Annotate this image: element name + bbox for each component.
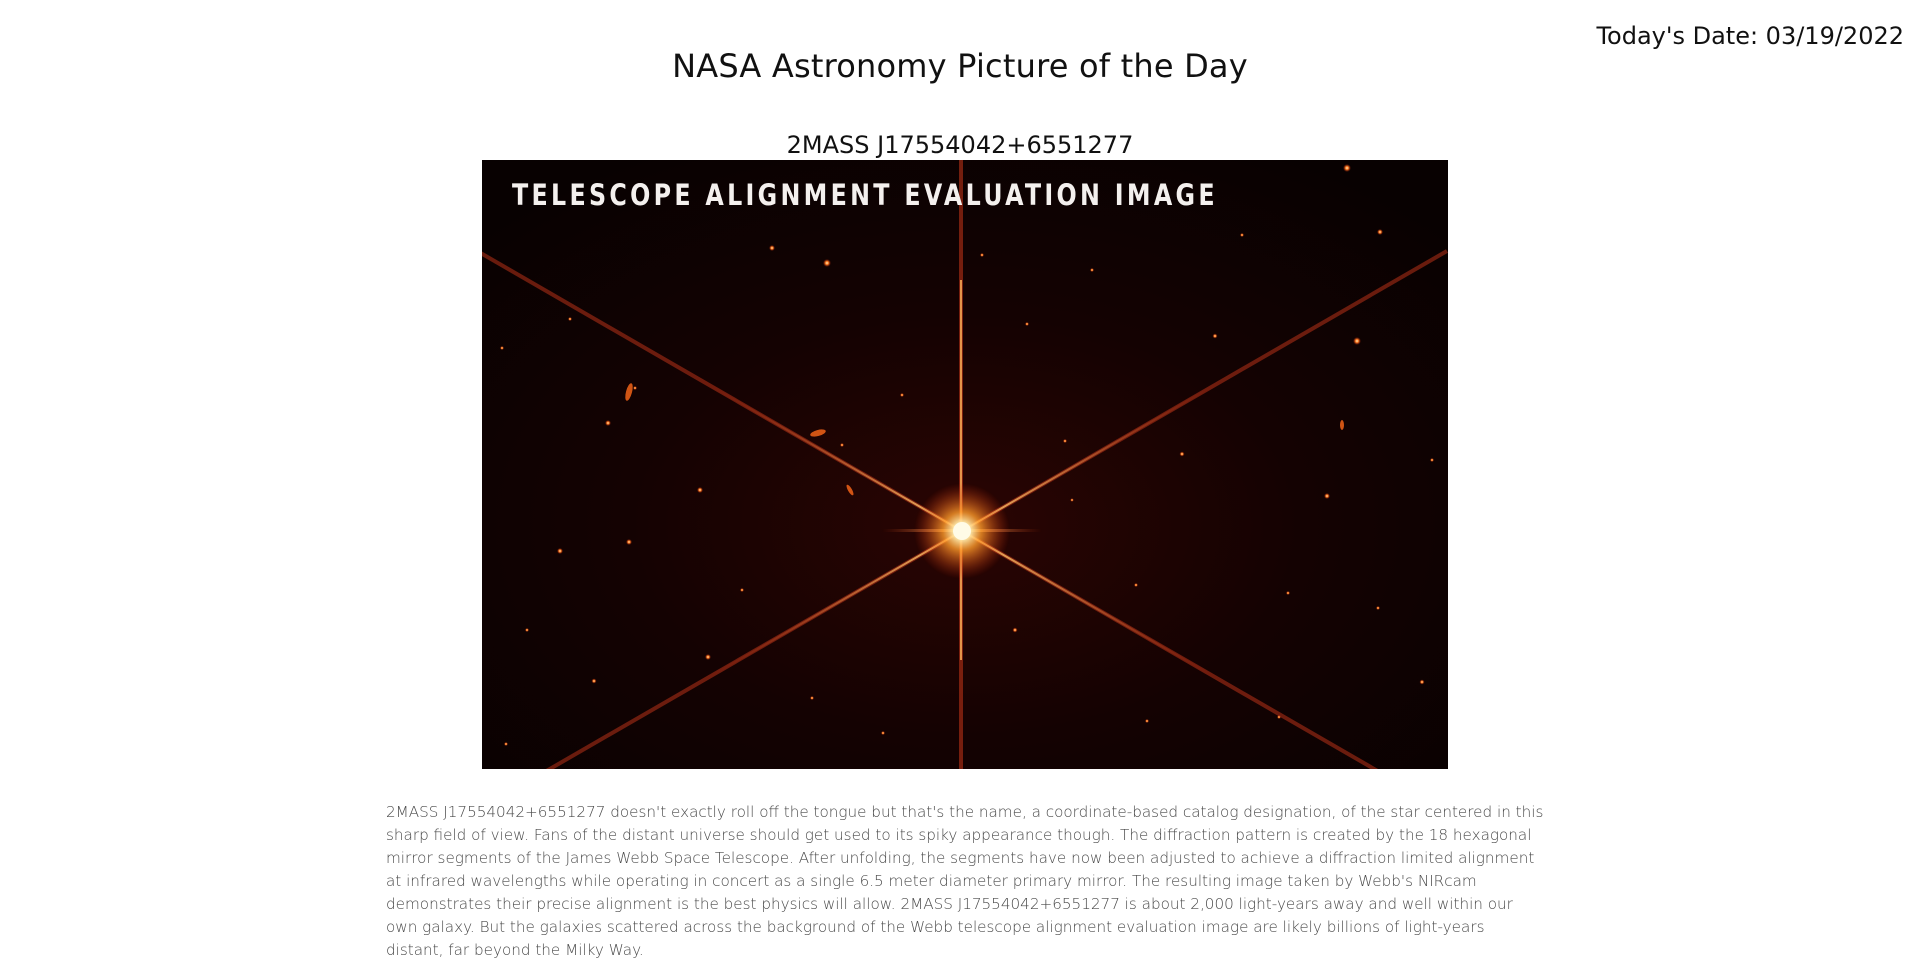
todays-date: Today's Date: 03/19/2022 xyxy=(1596,22,1904,50)
apod-explanation: 2MASS J17554042+6551277 doesn't exactly … xyxy=(386,803,1544,960)
page-title: NASA Astronomy Picture of the Day xyxy=(672,47,1248,86)
apod-object-title: 2MASS J17554042+6551277 xyxy=(786,130,1134,159)
apod-page: NASA Astronomy Picture of the Day Today'… xyxy=(0,0,1920,969)
apod-image: TELESCOPE ALIGNMENT EVALUATION IMAGE xyxy=(482,160,1448,769)
image-overlay-caption: TELESCOPE ALIGNMENT EVALUATION IMAGE xyxy=(512,178,1218,212)
star-field-graphic xyxy=(482,160,1448,769)
